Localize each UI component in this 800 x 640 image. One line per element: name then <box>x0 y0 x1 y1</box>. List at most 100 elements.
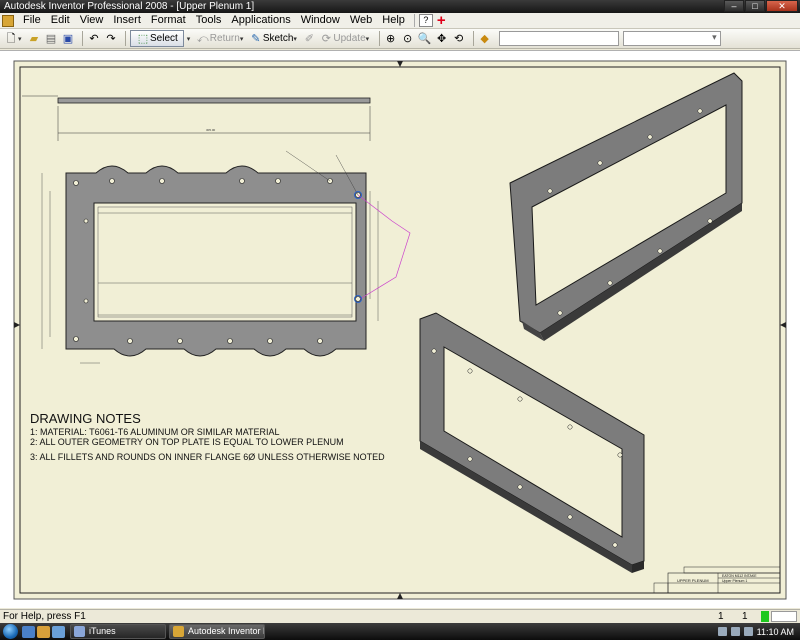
toolbar-separator <box>125 31 126 46</box>
chevron-down-icon: ▾ <box>18 35 22 43</box>
menu-tools[interactable]: Tools <box>191 13 227 28</box>
open-icon: ▰ <box>29 32 39 45</box>
new-icon: 🗋 <box>6 32 16 45</box>
zoom-icon: 🔍 <box>417 32 432 45</box>
update-button[interactable]: ⟳ Update ▾ <box>319 31 371 47</box>
note-line-2: 2: ALL OUTER GEOMETRY ON TOP PLATE IS EQ… <box>30 437 344 447</box>
note-line-3: 3: ALL FILLETS AND ROUNDS ON INNER FLANG… <box>30 452 385 462</box>
network-icon[interactable] <box>717 627 727 636</box>
sketch-label: Sketch <box>262 33 294 44</box>
select-dropdown[interactable]: ▾ <box>187 31 193 47</box>
system-tray: 11:10 AM <box>717 623 800 640</box>
status-num-1: 1 <box>718 611 724 622</box>
drawing-canvas[interactable]: 305.00 DRAWING NOTES 1: MATERIAL: T6061-… <box>0 50 800 608</box>
pan-icon: ✥ <box>437 32 447 45</box>
app-icon[interactable] <box>2 14 14 27</box>
color-icon: ◆ <box>480 32 489 45</box>
window-controls: – □ ✕ <box>724 0 798 12</box>
note-line-1: 1: MATERIAL: T6061-T6 ALUMINUM OR SIMILA… <box>30 427 280 437</box>
status-num-2: 1 <box>742 611 748 622</box>
menu-edit[interactable]: Edit <box>46 13 75 28</box>
pan-button[interactable]: ✥ <box>435 31 449 47</box>
folder-icon[interactable] <box>37 625 50 638</box>
rotate-icon: ⟲ <box>454 32 464 45</box>
title-bar: Autodesk Inventor Professional 2008 - [U… <box>0 0 800 13</box>
zoom-window-icon: ⊙ <box>403 32 413 45</box>
itunes-icon <box>74 626 85 637</box>
new-button[interactable]: 🗋 ▾ <box>4 31 24 47</box>
menu-web[interactable]: Web <box>345 13 377 28</box>
zoom-window-button[interactable]: ⊙ <box>401 31 415 47</box>
show-desktop-icon[interactable] <box>52 625 65 638</box>
toolbar-separator <box>472 31 474 46</box>
zoom-all-icon: ⊕ <box>386 32 396 45</box>
inventor-icon <box>173 626 184 637</box>
menu-bar: File Edit View Insert Format Tools Appli… <box>0 13 800 29</box>
menu-view[interactable]: View <box>75 13 109 28</box>
menu-file[interactable]: File <box>18 13 46 28</box>
style-icon: ✐ <box>304 32 314 45</box>
chevron-down-icon: ▾ <box>239 35 244 43</box>
chevron-down-icon: ▾ <box>186 35 191 43</box>
zoom-button[interactable]: 🔍 <box>418 31 432 47</box>
start-button[interactable] <box>3 624 18 639</box>
minimize-button[interactable]: – <box>724 0 744 12</box>
notes-heading: DRAWING NOTES <box>30 411 141 426</box>
maximize-button[interactable]: □ <box>745 0 765 12</box>
undo-icon: ↶ <box>89 32 99 45</box>
zoom-all-button[interactable]: ⊕ <box>384 31 398 47</box>
undo-button[interactable]: ↶ <box>87 31 101 47</box>
return-button[interactable]: ⤺ Return ▾ <box>196 31 246 47</box>
tray-icon[interactable] <box>743 627 753 636</box>
print-icon: ▤ <box>45 32 57 45</box>
rotate-button[interactable]: ⟲ <box>452 31 466 47</box>
select-label: Select <box>150 33 178 44</box>
toolbar-separator <box>378 31 380 46</box>
close-button[interactable]: ✕ <box>766 0 798 12</box>
style-combo[interactable] <box>498 31 619 46</box>
save-icon: ▣ <box>62 32 74 45</box>
plan-view <box>41 150 411 364</box>
redo-icon: ↷ <box>106 32 116 45</box>
menu-format[interactable]: Format <box>146 13 191 28</box>
status-bar: For Help, press F1 1 1 <box>0 609 800 623</box>
save-button[interactable]: ▣ <box>61 31 75 47</box>
chevron-down-icon: ▾ <box>293 35 297 43</box>
update-icon: ⟳ <box>321 32 331 45</box>
print-button[interactable]: ▤ <box>44 31 58 47</box>
redo-button[interactable]: ↷ <box>104 31 118 47</box>
add-icon[interactable]: + <box>437 13 446 28</box>
ie-icon[interactable] <box>22 625 35 638</box>
select-button[interactable]: ⬚ Select <box>130 30 184 47</box>
menu-window[interactable]: Window <box>296 13 345 28</box>
select-icon: ⬚ <box>137 32 149 45</box>
window-title: Autodesk Inventor Professional 2008 - [U… <box>4 1 255 12</box>
clock[interactable]: 11:10 AM <box>757 627 794 637</box>
sketch-button[interactable]: ✎ Sketch ▾ <box>249 31 300 47</box>
task-inventor[interactable]: Autodesk Inventor P... <box>169 624 265 639</box>
help-icon[interactable]: ? <box>418 14 433 27</box>
menu-separator <box>413 14 415 27</box>
menu-help[interactable]: Help <box>377 13 410 28</box>
svg-text:305.00: 305.00 <box>206 128 216 132</box>
update-label: Update <box>333 33 366 44</box>
drawing-sheet-svg: 305.00 DRAWING NOTES 1: MATERIAL: T6061-… <box>13 60 787 600</box>
toolbar-separator <box>82 31 83 46</box>
task-itunes[interactable]: iTunes <box>70 624 166 639</box>
task-itunes-label: iTunes <box>89 626 116 636</box>
return-icon: ⤺ <box>196 32 209 45</box>
menu-insert[interactable]: Insert <box>108 13 146 28</box>
menu-applications[interactable]: Applications <box>226 13 295 28</box>
volume-icon[interactable] <box>730 627 740 636</box>
status-indicator <box>761 611 769 622</box>
open-button[interactable]: ▰ <box>27 31 41 47</box>
task-inventor-label: Autodesk Inventor P... <box>188 626 264 636</box>
title-project: EATON M112 INTAKE <box>722 574 757 578</box>
layer-combo[interactable] <box>622 31 721 46</box>
style-button[interactable]: ✐ <box>302 31 316 47</box>
taskbar: iTunes Autodesk Inventor P... 11:10 AM <box>0 623 800 640</box>
plenum-opening <box>93 202 357 322</box>
status-help-text: For Help, press F1 <box>3 611 86 622</box>
title-drawing-ref: Upper Plenum 1 <box>722 579 747 583</box>
color-button[interactable]: ◆ <box>478 31 492 47</box>
